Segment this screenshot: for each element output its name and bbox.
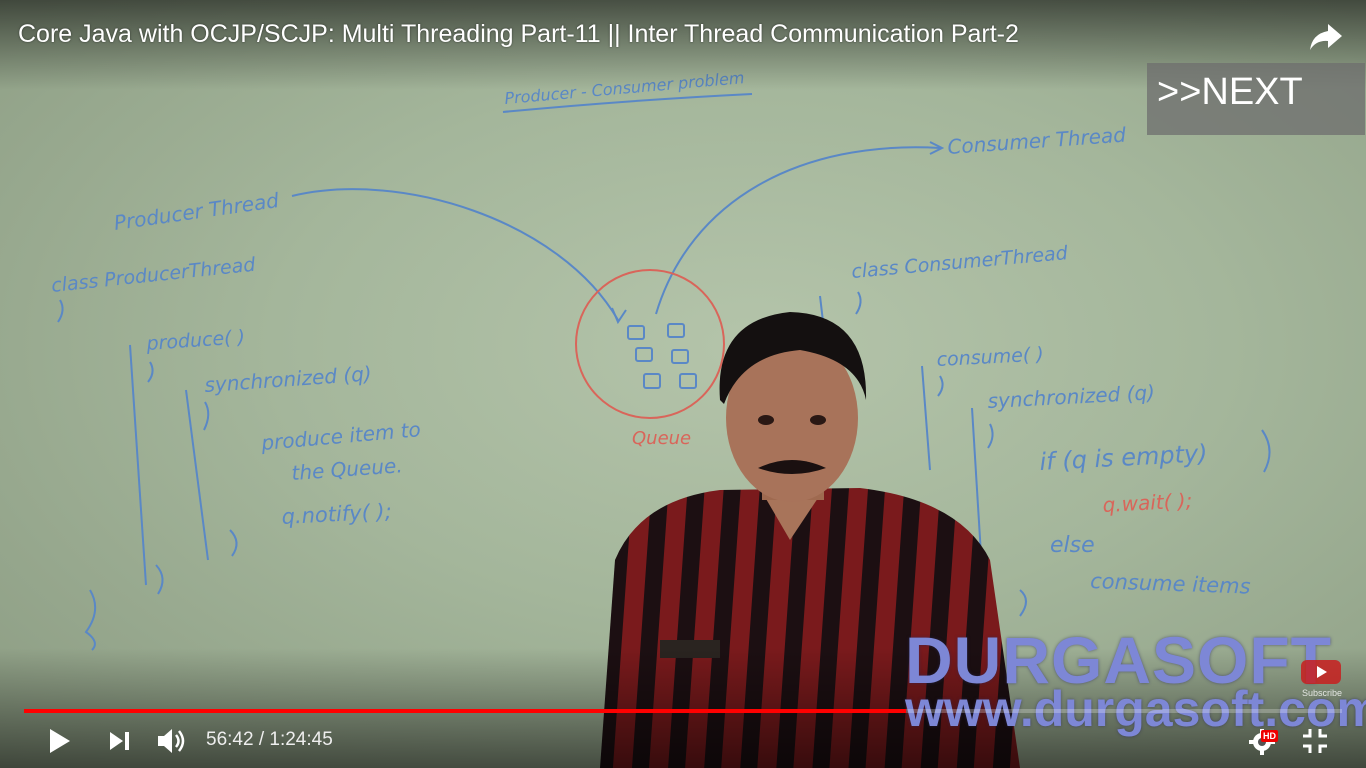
exit-fullscreen-icon[interactable] bbox=[1301, 727, 1329, 755]
volume-icon[interactable] bbox=[156, 726, 188, 756]
skip-next-icon[interactable] bbox=[108, 730, 132, 752]
subscribe-label: Subscribe bbox=[1302, 688, 1343, 698]
video-title[interactable]: Core Java with OCJP/SCJP: Multi Threadin… bbox=[18, 20, 1019, 49]
next-video-button[interactable]: >>NEXT bbox=[1147, 63, 1365, 135]
video-frame[interactable]: Producer - Consumer problem Producer Thr… bbox=[0, 0, 1366, 768]
hd-badge: HD bbox=[1261, 730, 1278, 742]
youtube-logo-icon bbox=[1301, 660, 1341, 684]
progress-bar[interactable] bbox=[24, 709, 1342, 713]
share-icon[interactable] bbox=[1308, 20, 1344, 54]
subscribe-watermark[interactable]: Subscribe bbox=[1300, 658, 1344, 700]
progress-played bbox=[24, 709, 906, 713]
play-icon[interactable] bbox=[46, 727, 72, 755]
time-display: 56:42 / 1:24:45 bbox=[206, 729, 333, 750]
